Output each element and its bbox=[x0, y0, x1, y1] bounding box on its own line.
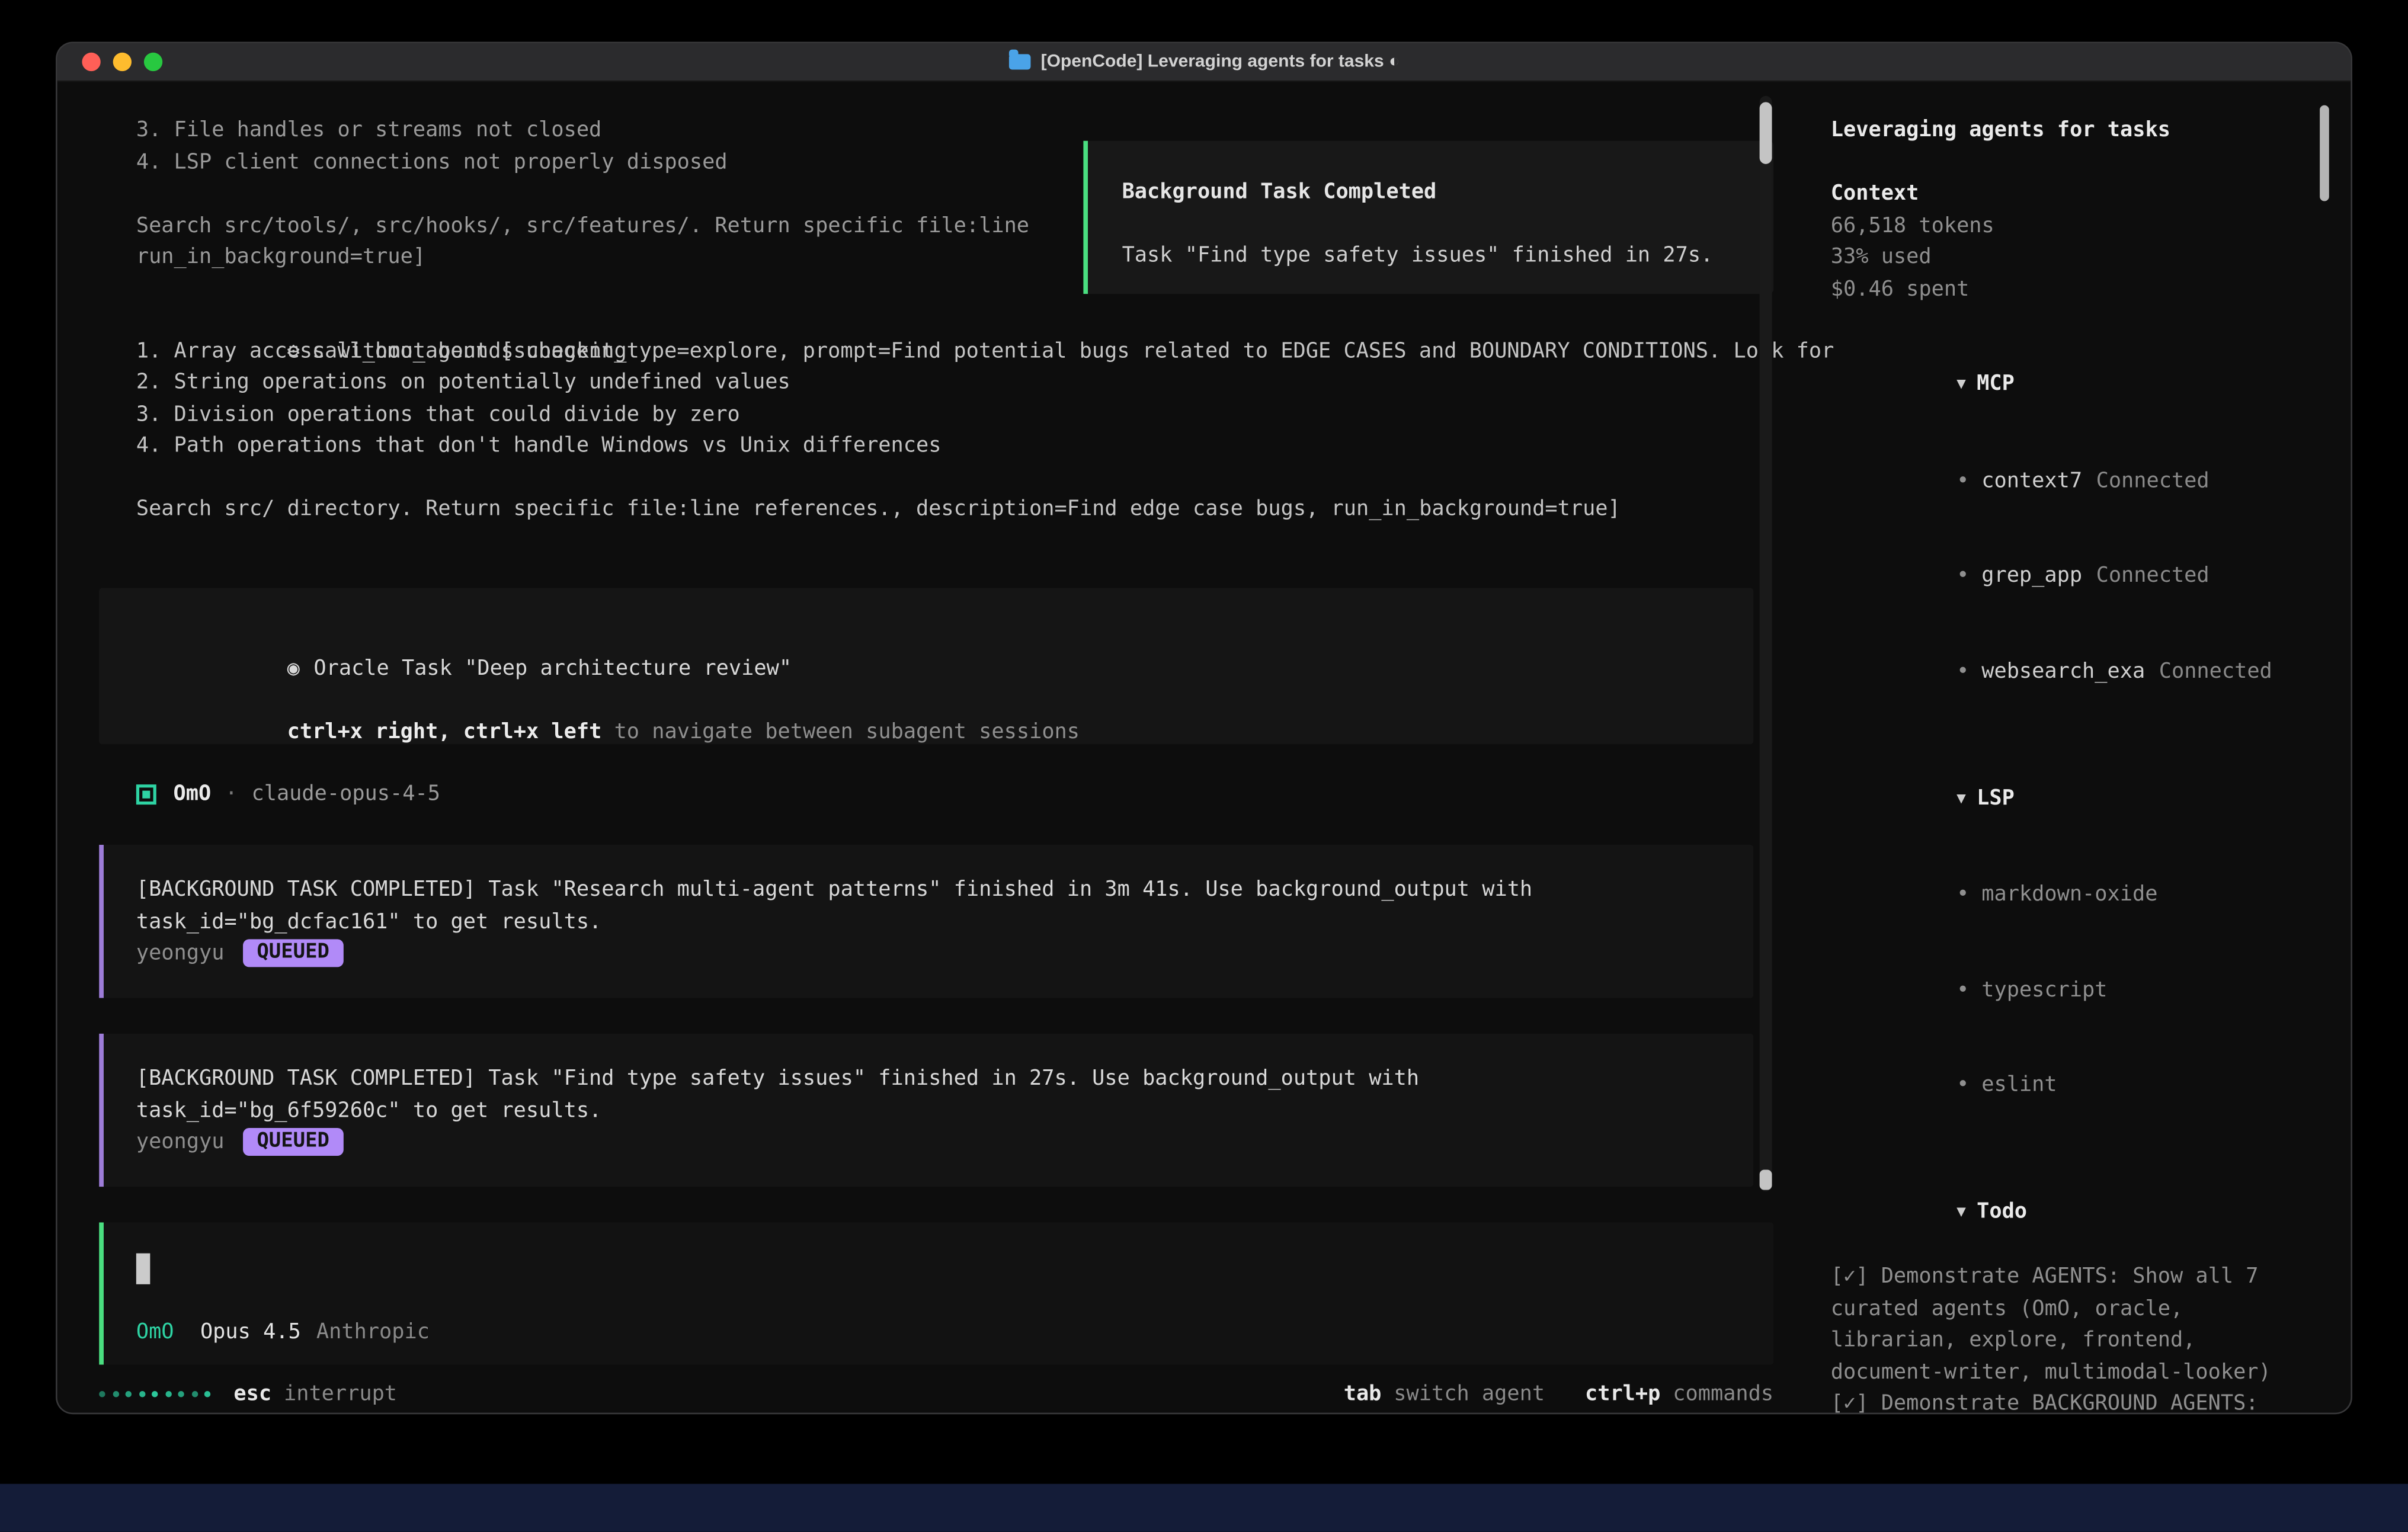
prompt-input[interactable]: OmO Opus 4.5 Anthropic bbox=[99, 1222, 1773, 1364]
window-title-group: [OpenCode] Leveraging agents for tasks ◐ bbox=[1008, 53, 1400, 71]
ctrl-p-key-hint: ctrl+p bbox=[1585, 1382, 1660, 1407]
task-message-meta: yeongyu QUEUED bbox=[136, 938, 1753, 970]
status-bar: esc interrupt tab switch agent ctrl+p co… bbox=[99, 1379, 1773, 1411]
mcp-item: •websearch_exaConnected bbox=[1831, 624, 2323, 719]
lsp-item: •markdown-oxide bbox=[1831, 847, 2323, 943]
mcp-status: Connected bbox=[2096, 468, 2210, 493]
todo-item: [✓] Demonstrate BACKGROUND AGENTS: Run p… bbox=[1831, 1388, 2323, 1413]
text-cursor bbox=[136, 1254, 150, 1284]
agent-model: claude-opus-4-5 bbox=[252, 782, 440, 807]
task-message-line: task_id="bg_6f59260c" to get results. bbox=[136, 1095, 1753, 1127]
toast-title: Background Task Completed bbox=[1122, 177, 1749, 209]
spinner-dots-icon bbox=[99, 1392, 210, 1398]
oracle-task-panel: ◉Oracle Task "Deep architecture review" … bbox=[99, 588, 1753, 744]
agent-separator: · bbox=[225, 782, 238, 807]
bullet-icon: • bbox=[1956, 468, 1969, 493]
minimize-window-button[interactable] bbox=[113, 53, 132, 71]
window-content: 3. File handles or streams not closed 4.… bbox=[57, 81, 2351, 1413]
toast-body: Task "Find type safety issues" finished … bbox=[1122, 240, 1749, 272]
context-header: Context bbox=[1831, 178, 2323, 210]
task-message-line: [BACKGROUND TASK COMPLETED] Task "Resear… bbox=[136, 874, 1753, 906]
scrollback-line: 4. LSP client connections not properly d… bbox=[136, 146, 1029, 178]
triangle-collapse-icon: ▼ bbox=[1956, 376, 1966, 393]
esc-key-hint: esc bbox=[233, 1382, 271, 1407]
task-message-line: [BACKGROUND TASK COMPLETED] Task "Find t… bbox=[136, 1063, 1753, 1095]
mcp-section-header[interactable]: ▼MCP bbox=[1831, 336, 2323, 433]
lsp-item: •eslint bbox=[1831, 1037, 2323, 1133]
bullet-icon: • bbox=[1956, 658, 1969, 683]
tool-call-line: Search src/ directory. Return specific f… bbox=[136, 493, 1834, 525]
mcp-status: Connected bbox=[2159, 658, 2272, 683]
task-message-meta: yeongyu QUEUED bbox=[136, 1126, 1753, 1158]
todo-item: [✓] Demonstrate AGENTS: Show all 7 curat… bbox=[1831, 1261, 2323, 1388]
scrollback-line: Search src/tools/, src/hooks/, src/featu… bbox=[136, 210, 1029, 242]
bullet-icon: • bbox=[1956, 882, 1969, 907]
hint-text: to navigate between subagent sessions bbox=[601, 719, 1080, 743]
input-agent-name: OmO bbox=[136, 1321, 174, 1345]
mcp-status: Connected bbox=[2096, 563, 2210, 588]
context-used: 33% used bbox=[1831, 241, 2323, 273]
model-row: OmO Opus 4.5 Anthropic bbox=[136, 1317, 1773, 1349]
mcp-item: •grep_appConnected bbox=[1831, 528, 2323, 624]
context-spent: $0.46 spent bbox=[1831, 273, 2323, 305]
desktop: [OpenCode] Leveraging agents for tasks ◐… bbox=[0, 0, 2408, 1532]
lsp-section-header[interactable]: ▼LSP bbox=[1831, 751, 2323, 847]
oracle-navigation-hint: ctrl+x right, ctrl+x left to navigate be… bbox=[136, 684, 1753, 716]
scrollback-line bbox=[136, 178, 1029, 210]
tool-call-line: 4. Path operations that don't handle Win… bbox=[136, 430, 1834, 462]
esc-key-label: interrupt bbox=[284, 1382, 397, 1407]
input-model-provider: Anthropic bbox=[316, 1321, 430, 1345]
folder-icon bbox=[1008, 54, 1030, 69]
background-task-toast: Background Task Completed Task "Find typ… bbox=[1083, 141, 1773, 294]
chat-pane: 3. File handles or streams not closed 4.… bbox=[57, 81, 1808, 1413]
close-window-button[interactable] bbox=[82, 53, 100, 71]
scrollback-text: 3. File handles or streams not closed 4.… bbox=[136, 114, 1029, 273]
tab-key-hint: tab bbox=[1344, 1382, 1382, 1407]
tool-call-line: 2. String operations on potentially unde… bbox=[136, 367, 1834, 399]
titlebar: [OpenCode] Leveraging agents for tasks ◐ bbox=[57, 43, 2351, 81]
status-bar-right: tab switch agent ctrl+p commands bbox=[1344, 1382, 1773, 1407]
ctrl-p-key-label: commands bbox=[1673, 1382, 1773, 1407]
task-author: yeongyu bbox=[136, 938, 225, 970]
terminal-window: [OpenCode] Leveraging agents for tasks ◐… bbox=[57, 43, 2351, 1412]
session-title: Leveraging agents for tasks bbox=[1831, 114, 2323, 146]
traffic-lights bbox=[82, 43, 162, 81]
scrollback-line: 3. File handles or streams not closed bbox=[136, 114, 1029, 146]
chat-scrollbar-thumb-end[interactable] bbox=[1760, 1170, 1772, 1190]
maximize-window-button[interactable] bbox=[144, 53, 162, 71]
mcp-item: •context7Connected bbox=[1831, 433, 2323, 528]
desktop-bottom-strip bbox=[0, 1484, 2408, 1532]
bullet-icon: • bbox=[1956, 563, 1969, 588]
task-message: [BACKGROUND TASK COMPLETED] Task "Resear… bbox=[99, 845, 1753, 998]
tab-key-label: switch agent bbox=[1394, 1382, 1545, 1407]
hint-keys: ctrl+x right, ctrl+x left bbox=[287, 719, 602, 743]
chat-scrollbar-thumb[interactable] bbox=[1760, 102, 1772, 164]
task-author: yeongyu bbox=[136, 1126, 225, 1158]
bullet-icon: • bbox=[1956, 977, 1969, 1002]
sidebar: Leveraging agents for tasks Context 66,5… bbox=[1808, 81, 2351, 1413]
queued-badge: QUEUED bbox=[243, 1129, 344, 1156]
oracle-task-icon: ◉ bbox=[287, 655, 300, 680]
context-tokens: 66,518 tokens bbox=[1831, 210, 2323, 242]
bullet-icon: • bbox=[1956, 1072, 1969, 1097]
tool-call-block: ⚙call_omo_agent [subagent_type=explore, … bbox=[136, 303, 1834, 525]
sidebar-scrollbar-thumb[interactable] bbox=[2320, 105, 2329, 201]
task-message: [BACKGROUND TASK COMPLETED] Task "Find t… bbox=[99, 1034, 1753, 1187]
triangle-collapse-icon: ▼ bbox=[1956, 790, 1966, 807]
tool-call-line: 3. Division operations that could divide… bbox=[136, 399, 1834, 431]
chat-scrollbar-track[interactable] bbox=[1760, 96, 1772, 1191]
oracle-task-title: Oracle Task "Deep architecture review" bbox=[313, 655, 792, 680]
scrollback-line: run_in_background=true] bbox=[136, 241, 1029, 273]
task-message-line: task_id="bg_dcfac161" to get results. bbox=[136, 906, 1753, 938]
window-title: [OpenCode] Leveraging agents for tasks ◐ bbox=[1041, 53, 1400, 71]
queued-badge: QUEUED bbox=[243, 940, 344, 967]
lsp-item: •typescript bbox=[1831, 943, 2323, 1038]
agent-square-icon bbox=[136, 784, 156, 805]
agent-name: OmO bbox=[174, 782, 212, 807]
tool-call-line bbox=[136, 462, 1834, 494]
triangle-collapse-icon: ▼ bbox=[1956, 1204, 1966, 1221]
input-model-name: Opus 4.5 bbox=[200, 1321, 301, 1345]
agent-header: OmO · claude-opus-4-5 bbox=[136, 778, 440, 810]
todo-section-header[interactable]: ▼Todo bbox=[1831, 1164, 2323, 1261]
